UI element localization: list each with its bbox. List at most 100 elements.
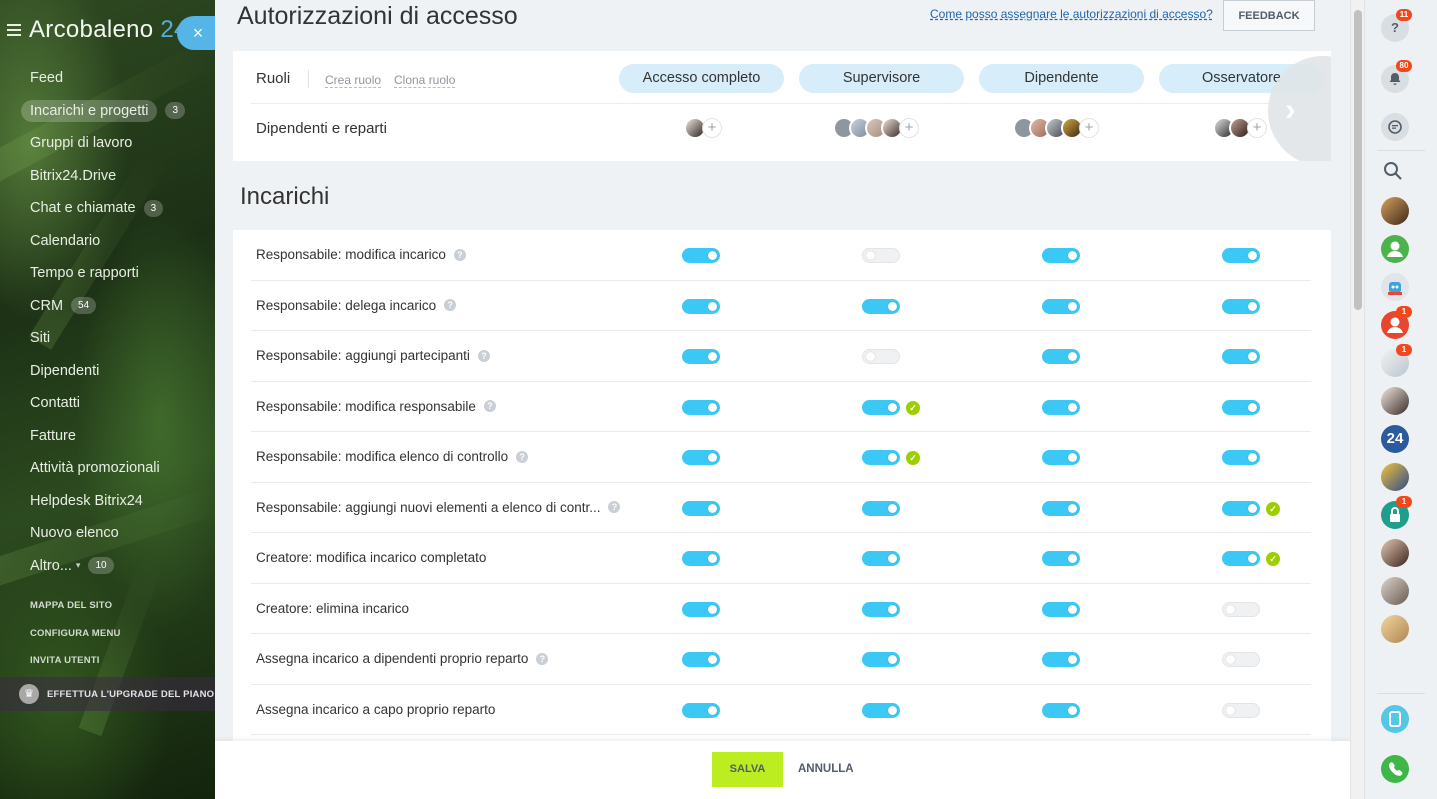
permission-toggle[interactable]	[1042, 500, 1080, 516]
permission-toggle[interactable]	[1222, 399, 1260, 415]
permission-toggle[interactable]	[1222, 248, 1260, 263]
permission-toggle[interactable]	[682, 702, 720, 718]
bot-avatar[interactable]	[1381, 273, 1409, 301]
permission-toggle[interactable]	[682, 500, 720, 516]
bell-icon[interactable]: 80	[1381, 60, 1412, 93]
permission-toggle[interactable]	[1042, 652, 1080, 667]
chat-icon[interactable]	[1381, 113, 1409, 141]
permission-toggle[interactable]	[682, 298, 720, 314]
help-hint-icon[interactable]: ?	[536, 652, 549, 665]
sidebar-item[interactable]: Attività promozionali	[20, 452, 210, 485]
desktop-app-icon[interactable]	[1381, 705, 1409, 733]
contact-avatar[interactable]	[1381, 235, 1409, 263]
cancel-button[interactable]: ANNULLA	[798, 752, 854, 787]
sidebar-item[interactable]: Incarichi e progetti 3	[20, 95, 210, 128]
sidebar-item[interactable]: Altro... ▾ 10	[20, 550, 210, 583]
permission-toggle[interactable]	[1042, 298, 1080, 314]
sidebar-item[interactable]: Calendario	[20, 225, 210, 258]
menu-icon[interactable]	[7, 24, 21, 36]
contact-avatar[interactable]	[1381, 539, 1409, 567]
permission-toggle[interactable]	[1042, 450, 1080, 465]
permission-toggle[interactable]	[682, 248, 720, 263]
group-avatar[interactable]: 1	[1381, 344, 1412, 377]
permission-toggle[interactable]	[682, 399, 720, 415]
sidebar-item[interactable]: Feed	[20, 62, 210, 95]
call-icon[interactable]	[1381, 755, 1409, 783]
permission-toggle[interactable]	[862, 349, 900, 364]
lock-chat-avatar[interactable]: 1	[1381, 496, 1412, 529]
permission-toggle[interactable]	[1042, 601, 1080, 617]
permission-toggle[interactable]	[862, 500, 900, 516]
sidebar-item[interactable]: Fatture	[20, 420, 210, 453]
help-link[interactable]: Come posso assegnare le autorizzazioni d…	[930, 7, 1213, 21]
permission-toggle[interactable]	[682, 652, 720, 667]
permission-toggle[interactable]	[862, 248, 900, 263]
contact-avatar[interactable]	[1381, 577, 1409, 605]
sidebar-item[interactable]: Bitrix24.Drive	[20, 160, 210, 193]
permission-toggle[interactable]	[862, 652, 900, 667]
permission-toggle[interactable]	[862, 551, 900, 566]
permission-toggle[interactable]	[1042, 399, 1080, 415]
help-hint-icon[interactable]: ?	[477, 349, 490, 362]
create-role-link[interactable]: Crea ruolo	[325, 73, 382, 88]
sidebar-item[interactable]: Nuovo elenco	[20, 517, 210, 550]
permission-toggle[interactable]	[1222, 601, 1260, 617]
permission-toggle[interactable]	[682, 349, 720, 364]
clone-role-link[interactable]: Clona ruolo	[394, 73, 456, 88]
permission-toggle[interactable]	[1222, 652, 1260, 667]
add-member-icon[interactable]: +	[1079, 118, 1099, 138]
permission-toggle[interactable]	[862, 399, 900, 415]
permission-toggle[interactable]	[862, 702, 900, 718]
sidebar-item[interactable]: Contatti	[20, 387, 210, 420]
sidebar-item[interactable]: Dipendenti	[20, 355, 210, 388]
add-member-icon[interactable]: +	[702, 118, 722, 138]
permission-toggle[interactable]	[1042, 702, 1080, 718]
sidebar-item[interactable]: Siti	[20, 322, 210, 355]
sidebar-item[interactable]: Tempo e rapporti	[20, 257, 210, 290]
help-hint-icon[interactable]: ?	[608, 501, 621, 513]
feedback-button[interactable]: FEEDBACK	[1223, 0, 1315, 31]
help-hint-icon[interactable]: ?	[516, 450, 529, 463]
sidebar-item[interactable]: Helpdesk Bitrix24	[20, 485, 210, 518]
add-member-icon[interactable]: +	[899, 118, 919, 138]
permission-toggle[interactable]	[1222, 702, 1260, 718]
permission-toggle[interactable]	[1042, 349, 1080, 364]
permission-toggle[interactable]	[862, 601, 900, 617]
permission-toggle[interactable]	[1222, 450, 1260, 465]
permission-toggle[interactable]	[1042, 551, 1080, 566]
sidebar-item[interactable]: Gruppi di lavoro	[20, 127, 210, 160]
permission-toggle[interactable]	[682, 450, 720, 465]
permission-toggle[interactable]	[862, 298, 900, 314]
permission-toggle[interactable]	[1222, 500, 1260, 516]
permission-toggle[interactable]	[1222, 298, 1260, 314]
scrollbar-thumb[interactable]	[1354, 10, 1362, 310]
sidebar-item[interactable]: Chat e chiamate 3	[20, 192, 210, 225]
sidebar-link[interactable]: CONFIGURA MENU	[30, 628, 121, 656]
role-pill-employee[interactable]: Dipendente	[979, 64, 1144, 93]
contact-avatar[interactable]	[1381, 615, 1409, 643]
permission-toggle[interactable]	[1042, 248, 1080, 263]
permission-toggle[interactable]	[1222, 349, 1260, 364]
contact-avatar[interactable]	[1381, 387, 1409, 415]
search-icon[interactable]	[1382, 160, 1406, 182]
add-member-icon[interactable]: +	[1247, 118, 1267, 138]
page-scrollbar[interactable]	[1350, 0, 1364, 799]
sidebar-item[interactable]: CRM 54	[20, 290, 210, 323]
help-hint-icon[interactable]: ?	[483, 400, 496, 412]
permission-toggle[interactable]	[862, 450, 900, 465]
help-hint-icon[interactable]: ?	[444, 299, 457, 311]
group-avatar[interactable]	[1381, 463, 1409, 491]
help-hint-icon[interactable]: ?	[453, 248, 466, 261]
permission-toggle[interactable]	[1222, 551, 1260, 566]
close-icon[interactable]: ×	[177, 16, 215, 50]
sidebar-link[interactable]: MAPPA DEL SITO	[30, 600, 121, 628]
contact-avatar[interactable]: 1	[1381, 306, 1412, 339]
contact-avatar[interactable]	[1381, 197, 1409, 225]
role-pill-supervisor[interactable]: Supervisore	[799, 64, 964, 93]
permission-toggle[interactable]	[682, 601, 720, 617]
help-icon[interactable]: ? 11	[1381, 9, 1412, 42]
bitrix24-icon[interactable]: 24	[1381, 425, 1409, 453]
role-pill-full-access[interactable]: Accesso completo	[619, 64, 784, 93]
upgrade-plan-button[interactable]: ♛ EFFETTUA L'UPGRADE DEL PIANO	[0, 677, 215, 711]
brand-logo[interactable]: Arcobaleno 24	[29, 16, 188, 44]
